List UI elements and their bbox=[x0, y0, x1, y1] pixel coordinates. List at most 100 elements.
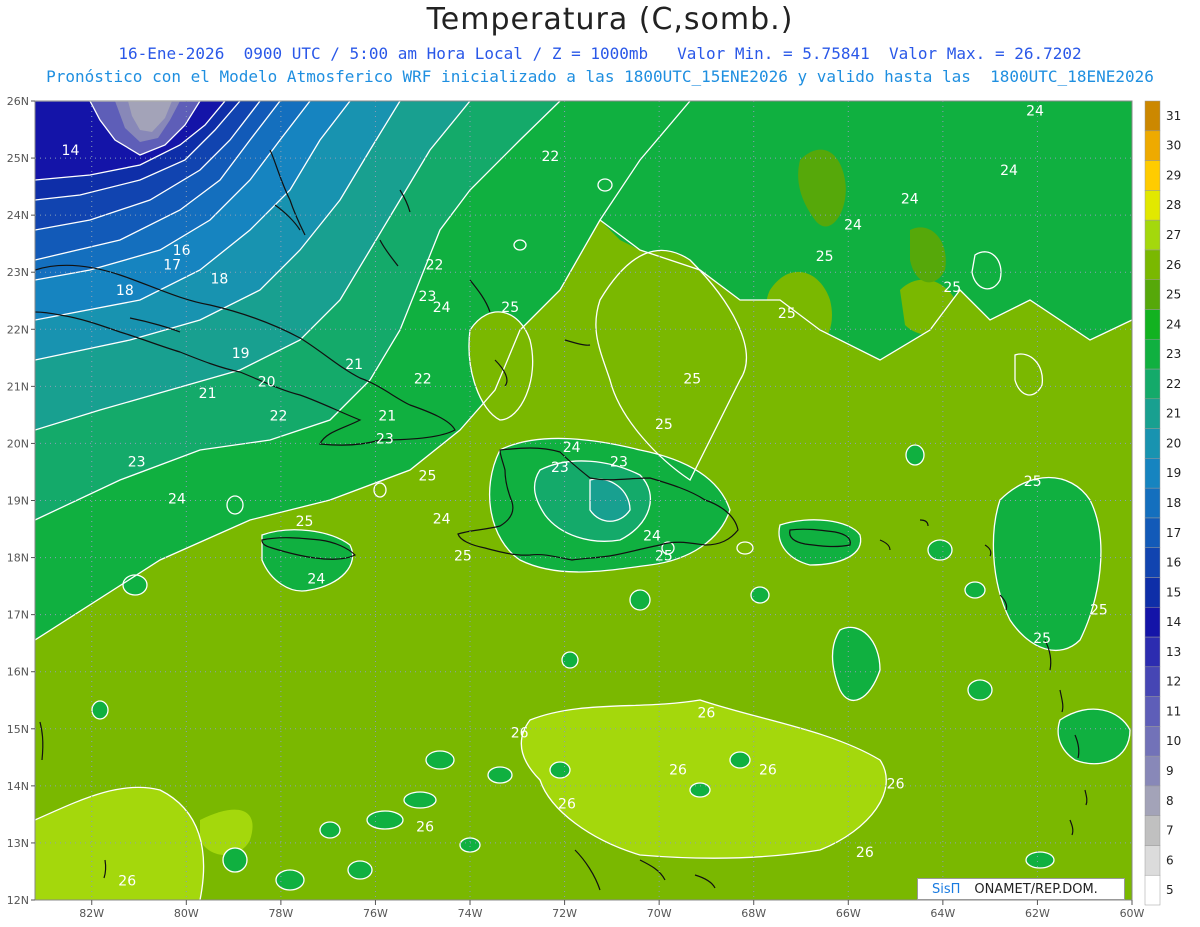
sisp-logo: SisΠ bbox=[932, 881, 961, 897]
contour-label: 21 bbox=[378, 409, 396, 425]
contour-label: 24 bbox=[1026, 103, 1044, 119]
contour-label: 26 bbox=[887, 777, 905, 793]
contour-label: 26 bbox=[511, 725, 529, 741]
colorbar-swatch bbox=[1144, 428, 1161, 459]
colorbar-label: 20 bbox=[1166, 436, 1181, 450]
colorbar-label: 12 bbox=[1166, 675, 1181, 689]
contour-label: 24 bbox=[168, 491, 186, 507]
lon-tick-label: 78W bbox=[268, 907, 293, 920]
lon-tick-label: 60W bbox=[1120, 907, 1145, 920]
contour-label: 19 bbox=[232, 346, 250, 362]
contour-label: 26 bbox=[856, 845, 874, 861]
colorbar-swatch bbox=[1144, 160, 1161, 191]
colorbar-label: 9 bbox=[1166, 764, 1174, 778]
contour-label: 24 bbox=[433, 300, 451, 316]
contour-label: 23 bbox=[610, 454, 628, 470]
contour-label: 26 bbox=[416, 820, 434, 836]
field-shading bbox=[35, 101, 1132, 900]
temperature-map: 26N 25N 24N 23N 22N 21N 20N 19N 18N 17N 16N 15N 14N 1… bbox=[7, 95, 1182, 920]
contour-label: 24 bbox=[307, 571, 325, 587]
colorbar-label: 19 bbox=[1166, 466, 1181, 480]
colorbar-swatch bbox=[1144, 517, 1161, 548]
colorbar-label: 11 bbox=[1166, 704, 1181, 718]
colorbar-swatch bbox=[1144, 190, 1161, 221]
contour-label: 22 bbox=[541, 149, 559, 165]
colorbar-swatch bbox=[1144, 845, 1161, 876]
colorbar-swatch bbox=[1144, 130, 1161, 161]
colorbar-swatch bbox=[1144, 487, 1161, 519]
contour-label: 25 bbox=[655, 548, 673, 564]
contour-label: 25 bbox=[816, 249, 834, 265]
colorbar-swatch bbox=[1144, 338, 1161, 370]
colorbar-swatch bbox=[1144, 755, 1161, 787]
colorbar-label: 6 bbox=[1166, 853, 1174, 867]
contour-label: 25 bbox=[454, 548, 472, 564]
colorbar-swatch bbox=[1144, 874, 1161, 906]
contour-label: 25 bbox=[419, 469, 437, 485]
colorbar-swatch bbox=[1144, 458, 1161, 489]
contour-label: 26 bbox=[669, 762, 687, 778]
contour-label: 18 bbox=[116, 283, 134, 299]
colorbar-swatch bbox=[1144, 279, 1161, 310]
contour-label: 26 bbox=[558, 797, 576, 813]
colorbar-swatch bbox=[1144, 398, 1161, 429]
lon-tick-label: 70W bbox=[647, 907, 672, 920]
colorbar-label: 14 bbox=[1166, 615, 1181, 629]
lon-tick-label: 80W bbox=[174, 907, 199, 920]
contour-label: 25 bbox=[778, 306, 796, 322]
credit-box: SisΠ ONAMET/REP.DOM. bbox=[917, 878, 1125, 900]
contour-label: 24 bbox=[433, 511, 451, 527]
contour-label: 24 bbox=[563, 440, 581, 456]
contour-label: 24 bbox=[1000, 163, 1018, 179]
lon-tick-label: 72W bbox=[552, 907, 577, 920]
colorbar-swatch bbox=[1144, 219, 1161, 251]
colorbar-label: 5 bbox=[1166, 883, 1174, 897]
lat-tick-label: 12N bbox=[7, 894, 29, 907]
colorbar-swatch bbox=[1144, 368, 1161, 400]
lat-tick-label: 14N bbox=[7, 780, 29, 793]
lat-tick-label: 17N bbox=[7, 609, 29, 622]
lat-tick-label: 19N bbox=[7, 495, 29, 508]
contour-label: 26 bbox=[759, 762, 777, 778]
colorbar-label: 15 bbox=[1166, 585, 1181, 599]
colorbar-swatch bbox=[1144, 696, 1161, 727]
colorbar-label: 17 bbox=[1166, 526, 1181, 540]
contour-label: 22 bbox=[426, 257, 444, 273]
lat-tick-label: 21N bbox=[7, 380, 29, 393]
contour-label: 24 bbox=[901, 192, 919, 208]
contour-label: 23 bbox=[128, 454, 146, 470]
colorbar-swatch bbox=[1144, 249, 1161, 280]
contour-label: 20 bbox=[258, 374, 276, 390]
colorbar-label: 30 bbox=[1166, 139, 1181, 153]
lat-tick-label: 16N bbox=[7, 666, 29, 679]
contour-label: 25 bbox=[683, 372, 701, 388]
lat-tick-label: 15N bbox=[7, 723, 29, 736]
colorbar-swatch bbox=[1144, 309, 1161, 340]
colorbar-label: 27 bbox=[1166, 228, 1181, 242]
contour-label: 25 bbox=[296, 514, 314, 530]
contour-label: 25 bbox=[501, 300, 519, 316]
colorbar-swatch bbox=[1144, 726, 1161, 757]
lon-tick-label: 64W bbox=[930, 907, 955, 920]
contour-label: 23 bbox=[376, 431, 394, 447]
lon-tick-label: 62W bbox=[1025, 907, 1050, 920]
colorbar-label: 23 bbox=[1166, 347, 1181, 361]
colorbar-swatch bbox=[1144, 636, 1161, 668]
colorbar-label: 31 bbox=[1166, 109, 1181, 123]
contour-label: 24 bbox=[844, 217, 862, 233]
colorbar-label: 18 bbox=[1166, 496, 1181, 510]
colorbar-swatch bbox=[1144, 666, 1161, 697]
colorbar-swatch bbox=[1144, 785, 1161, 816]
contour-label: 14 bbox=[62, 143, 80, 159]
lon-tick-label: 76W bbox=[363, 907, 388, 920]
colorbar-label: 13 bbox=[1166, 645, 1181, 659]
contour-label: 21 bbox=[345, 357, 363, 373]
contour-label: 23 bbox=[551, 460, 569, 476]
contour-label: 25 bbox=[1024, 474, 1042, 490]
colorbar-label: 7 bbox=[1166, 824, 1174, 838]
contour-label: 21 bbox=[199, 386, 217, 402]
contour-label: 25 bbox=[655, 417, 673, 433]
colorbar-label: 8 bbox=[1166, 794, 1174, 808]
colorbar-label: 25 bbox=[1166, 288, 1181, 302]
contour-label: 25 bbox=[943, 280, 961, 296]
